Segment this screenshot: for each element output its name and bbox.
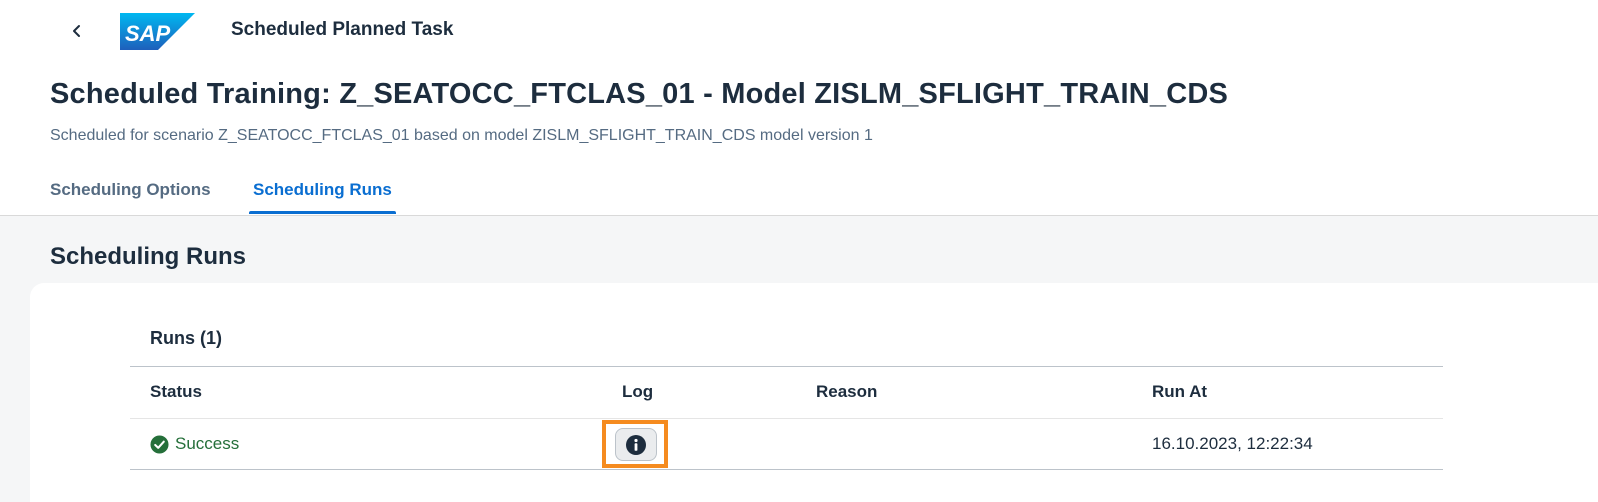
table-title: Runs (1) <box>150 328 222 348</box>
page-title: Scheduled Training: Z_SEATOCC_FTCLAS_01 … <box>50 78 1229 110</box>
column-header-run-at: Run At <box>1152 382 1208 401</box>
back-button[interactable] <box>62 16 92 46</box>
svg-text:SAP: SAP <box>125 21 171 46</box>
app-title: Scheduled Planned Task <box>231 19 454 40</box>
status-cell: Success <box>150 434 239 454</box>
tab-scheduling-runs[interactable]: Scheduling Runs <box>253 180 392 200</box>
page-header: SAP Scheduled Planned Task Scheduled Tra… <box>0 0 1598 216</box>
sap-logo[interactable]: SAP <box>120 13 195 50</box>
column-header-log: Log <box>622 382 654 401</box>
table-bottom-border <box>130 469 1443 470</box>
status-text: Success <box>175 434 240 453</box>
table-header-top-border <box>130 366 1443 367</box>
info-icon <box>626 434 646 455</box>
table-header-bottom-border <box>130 418 1443 419</box>
tab-selected-indicator <box>249 211 396 214</box>
shellbar: SAP Scheduled Planned Task <box>0 0 1598 62</box>
column-header-reason: Reason <box>816 382 878 401</box>
section-title: Scheduling Runs <box>50 243 247 270</box>
run-at-cell: 16.10.2023, 12:22:34 <box>1152 434 1313 453</box>
chevron-left-icon <box>73 25 80 37</box>
tab-scheduling-options[interactable]: Scheduling Options <box>50 180 211 200</box>
column-header-status: Status <box>150 382 202 401</box>
log-info-button[interactable] <box>615 428 657 461</box>
page-subtitle: Scheduled for scenario Z_SEATOCC_FTCLAS_… <box>50 127 873 144</box>
success-check-icon <box>150 434 169 454</box>
